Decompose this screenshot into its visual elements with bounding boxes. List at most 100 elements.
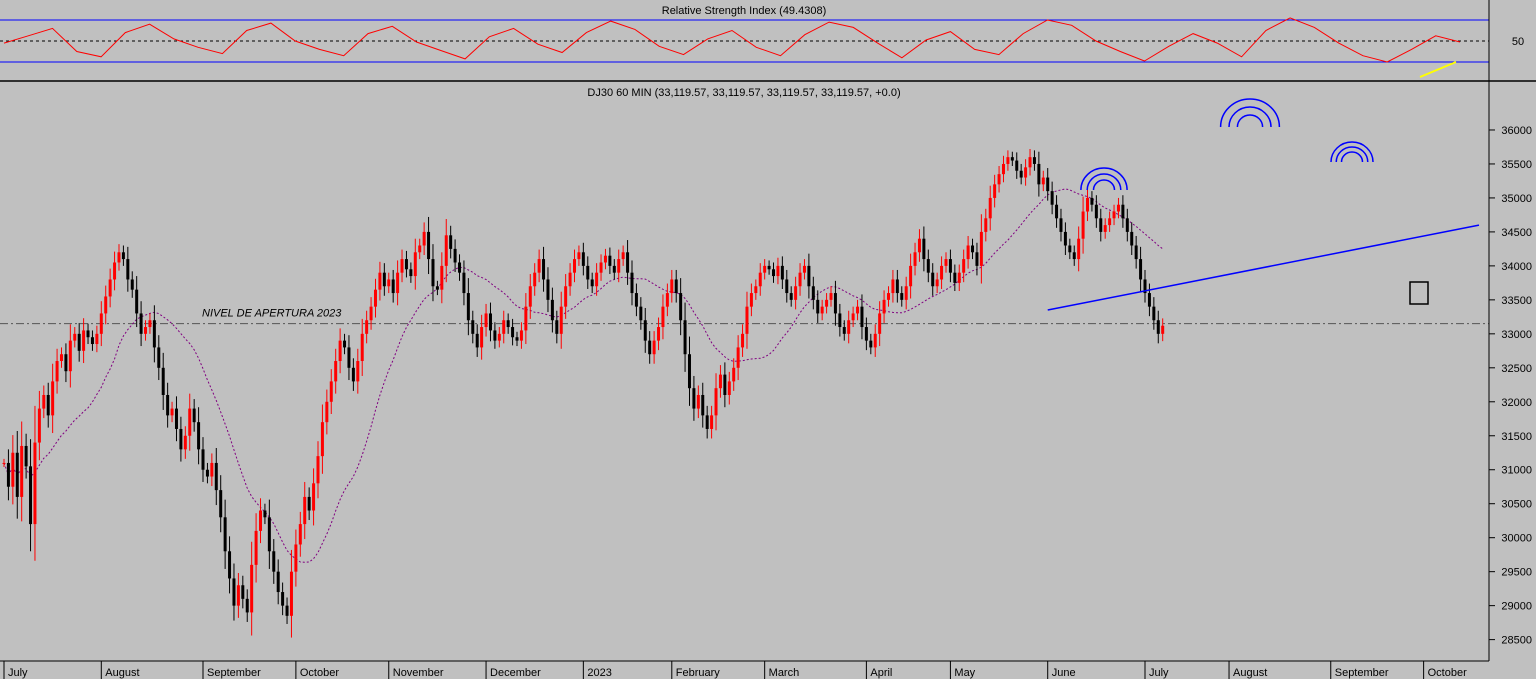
candle-body xyxy=(404,259,408,270)
candle-body xyxy=(1063,231,1067,246)
candle-body xyxy=(780,265,784,280)
candle-body xyxy=(993,184,997,198)
candle-body xyxy=(15,452,19,497)
candle-body xyxy=(895,279,899,294)
candle-body xyxy=(1055,204,1059,219)
candle-body xyxy=(378,272,382,290)
candle-body xyxy=(975,252,979,266)
candle-body xyxy=(807,265,811,287)
x-tick-label: August xyxy=(1233,667,1267,679)
candle-body xyxy=(789,293,793,300)
candle-body xyxy=(1050,191,1054,205)
candle-body xyxy=(365,320,369,334)
candle-body xyxy=(121,252,125,260)
candle-body xyxy=(1037,163,1041,185)
candle-body xyxy=(528,286,532,307)
candle-body xyxy=(997,174,1001,185)
candle-body xyxy=(422,231,426,246)
candle-body xyxy=(73,333,77,341)
candle-body xyxy=(692,388,696,409)
candle-body xyxy=(183,435,187,450)
candle-body xyxy=(360,333,364,362)
candle-body xyxy=(785,279,789,294)
candle-body xyxy=(1068,245,1072,253)
x-tick-label: September xyxy=(207,667,261,679)
candle-body xyxy=(559,306,563,334)
candle-body xyxy=(550,299,554,321)
candle-body xyxy=(400,259,404,273)
candle-body xyxy=(1112,211,1116,219)
candle-body xyxy=(276,571,280,593)
candle-body xyxy=(718,374,722,389)
y-tick-label: 34500 xyxy=(1501,227,1532,239)
x-tick-label: November xyxy=(393,667,444,679)
candle-body xyxy=(267,517,271,552)
pattern-arc xyxy=(1092,179,1116,191)
candle-body xyxy=(953,272,957,283)
candle-body xyxy=(639,306,643,321)
candle-body xyxy=(33,442,37,525)
candle-body xyxy=(228,551,232,579)
y-tick-label: 35000 xyxy=(1501,193,1532,205)
candle-body xyxy=(1019,170,1023,178)
candle-body xyxy=(86,330,90,338)
candle-body xyxy=(581,252,585,266)
y-tick-label: 35500 xyxy=(1501,159,1532,171)
candle-body xyxy=(1015,160,1019,171)
candle-body xyxy=(754,286,758,294)
candle-body xyxy=(126,259,130,280)
candle-body xyxy=(95,333,99,345)
candle-body xyxy=(842,327,846,334)
candle-body xyxy=(219,490,223,518)
candle-body xyxy=(259,510,263,531)
candle-body xyxy=(320,422,324,457)
candle-body xyxy=(104,296,108,314)
rsi-panel: Relative Strength Index (49.4308) 50 xyxy=(0,0,1524,80)
candle-body xyxy=(524,306,528,331)
y-tick-label: 29000 xyxy=(1501,601,1532,613)
candle-body xyxy=(192,408,196,423)
y-tick-label: 34000 xyxy=(1501,261,1532,273)
candle-body xyxy=(1134,245,1138,260)
candle-body xyxy=(285,605,289,616)
y-tick-label: 30500 xyxy=(1501,499,1532,511)
candle-body xyxy=(488,313,492,331)
candle-body xyxy=(369,306,373,321)
candle-body xyxy=(630,272,634,294)
candle-body xyxy=(710,415,714,429)
x-tick-label: 2023 xyxy=(587,667,611,679)
candle-body xyxy=(263,510,267,518)
candle-body xyxy=(298,524,302,545)
candle-body xyxy=(307,496,311,511)
candle-body xyxy=(674,279,678,294)
candle-body xyxy=(856,306,860,314)
y-tick-label: 33000 xyxy=(1501,329,1532,341)
candle-body xyxy=(29,466,33,525)
candle-body xyxy=(440,265,444,290)
candle-body xyxy=(391,279,395,294)
candle-body xyxy=(665,293,669,307)
candle-body xyxy=(113,262,117,280)
candle-body xyxy=(343,340,347,348)
candle-body xyxy=(139,313,143,334)
x-tick-label: July xyxy=(8,667,28,679)
candle-body xyxy=(696,394,700,409)
candle-body xyxy=(829,293,833,300)
pattern-arc xyxy=(1340,151,1364,163)
candle-body xyxy=(519,330,523,341)
candle-body xyxy=(661,306,665,328)
candle-body xyxy=(51,381,55,416)
price-candles xyxy=(2,149,1165,638)
candle-body xyxy=(1139,259,1143,280)
candle-body xyxy=(931,272,935,287)
candle-body xyxy=(179,428,183,450)
candle-body xyxy=(599,262,603,273)
candle-body xyxy=(201,449,205,470)
candle-body xyxy=(135,289,139,314)
candle-body xyxy=(886,293,890,300)
candle-body xyxy=(24,445,28,467)
candle-body xyxy=(462,272,466,294)
candle-body xyxy=(971,245,975,253)
rsi-title: Relative Strength Index (49.4308) xyxy=(662,5,827,17)
candle-body xyxy=(325,401,329,423)
